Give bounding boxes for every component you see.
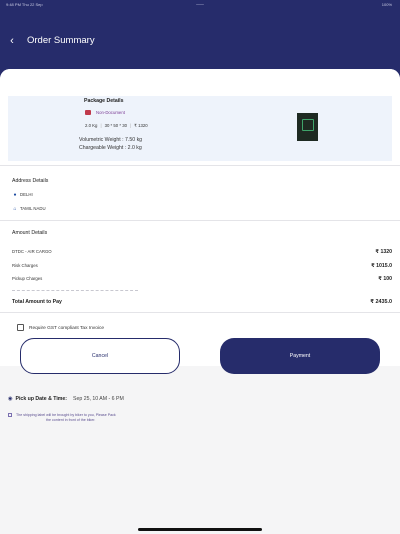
package-specs: 2.0 Kg | 30 * 50 * 30 | ₹ 1320 xyxy=(85,123,148,129)
cancel-button[interactable]: Cancel xyxy=(20,338,180,374)
amount-row: DTDC - AIR CARGO ₹ 1320 xyxy=(12,249,392,255)
address-details-title: Address Details xyxy=(12,178,49,184)
payment-button[interactable]: Payment xyxy=(220,338,380,374)
address-to: ⌂ TAMIL NADU xyxy=(12,206,46,212)
total-row: Total Amount to Pay ₹ 2435.0 xyxy=(12,299,392,305)
chevron-left-icon: ‹ xyxy=(10,35,14,47)
amount-details-title: Amount Details xyxy=(12,230,48,236)
address-to-label: TAMIL NADU xyxy=(20,206,46,211)
package-type: Non-Document xyxy=(96,110,125,115)
home-indicator[interactable] xyxy=(138,528,262,531)
note-line2: the content in front of the biker. xyxy=(46,418,96,423)
package-details-title: Package Details xyxy=(84,98,124,104)
back-button[interactable]: ‹ xyxy=(5,34,19,48)
spec-divider: | xyxy=(130,123,132,128)
note-line1: The shipping label will be brought by bi… xyxy=(16,413,116,417)
shipping-note: The shipping label will be brought by bi… xyxy=(8,413,148,423)
pickup-value: Sep 25, 10 AM - 6 PM xyxy=(73,396,124,402)
total-value: ₹ 2435.0 xyxy=(370,299,392,305)
amount-label: Risk Charges xyxy=(12,263,38,268)
divider xyxy=(0,165,400,166)
amount-row: Risk Charges ₹ 1015.0 xyxy=(12,263,392,269)
info-icon xyxy=(8,413,12,418)
dashed-divider xyxy=(12,290,138,291)
app-header: ‹ Order Summary xyxy=(0,28,400,54)
home-icon: ⌂ xyxy=(13,206,17,212)
package-price: ₹ 1320 xyxy=(134,123,148,128)
spec-divider: | xyxy=(100,123,102,128)
address-from-label: DELHI xyxy=(20,192,33,197)
pin-icon: ● xyxy=(13,192,17,198)
page-title: Order Summary xyxy=(27,35,95,46)
package-details-card: Package Details Non-Document 2.0 Kg | 30 *… xyxy=(8,96,392,161)
status-time: 9:48 PM Thu 22 Sep xyxy=(6,2,43,7)
gst-checkbox[interactable] xyxy=(17,324,24,331)
amount-label: DTDC - AIR CARGO xyxy=(12,249,52,254)
pickup-label: Pick up Date & Time: xyxy=(15,396,68,402)
volumetric-weight: Volumetric Weight : 7.50 kg xyxy=(79,137,143,143)
address-from: ● DELHI xyxy=(12,192,33,198)
amount-label: Pickup Charges xyxy=(12,276,43,281)
divider xyxy=(0,220,400,221)
chargeable-weight: Chargeable Weight : 2.0 kg xyxy=(79,145,142,151)
amount-row: Pickup Charges ₹ 100 xyxy=(12,276,392,282)
order-summary-sheet: Package Details Non-Document 2.0 Kg | 30 *… xyxy=(0,69,400,534)
total-label: Total Amount to Pay xyxy=(12,299,62,305)
package-weight: 2.0 Kg xyxy=(85,123,98,128)
status-center-dots xyxy=(196,4,204,5)
status-battery: 100% xyxy=(381,2,392,7)
pickup-info: ◉ Pick up Date & Time: Sep 25, 10 AM - 6 P… xyxy=(8,396,124,402)
gst-checkbox-row[interactable]: Require GST compliant Tax Invoice xyxy=(17,324,104,331)
divider xyxy=(0,312,400,313)
status-bar: 9:48 PM Thu 22 Sep 100% xyxy=(0,0,400,10)
amount-value: ₹ 100 xyxy=(378,276,392,282)
gst-label: Require GST compliant Tax Invoice xyxy=(29,325,105,331)
briefcase-icon xyxy=(85,110,91,115)
location-icon: ◉ xyxy=(8,396,13,402)
amount-value: ₹ 1015.0 xyxy=(371,263,392,269)
package-dimensions: 30 * 50 * 30 xyxy=(104,123,128,128)
package-thumbnail[interactable] xyxy=(297,113,318,141)
amount-value: ₹ 1320 xyxy=(375,249,392,255)
